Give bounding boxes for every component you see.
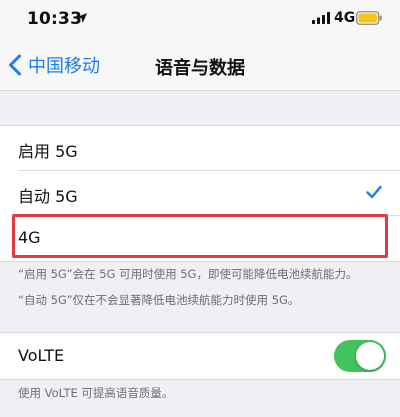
cell-signal-icon	[312, 12, 330, 24]
volte-label: VoLTE	[18, 346, 65, 365]
navigation-bar: 中国移动 语音与数据	[0, 38, 400, 91]
option-auto-5g[interactable]: 自动 5G	[0, 171, 400, 215]
chevron-left-icon	[9, 54, 21, 76]
network-type: 4G	[334, 10, 356, 26]
back-button[interactable]: 中国移动	[8, 52, 100, 78]
option-label: 自动 5G	[18, 187, 78, 206]
footnote-enable-5g: “启用 5G”会在 5G 可用时使用 5G，即使可能降低电池续航能力。	[18, 267, 358, 281]
volte-footer: 使用 VoLTE 可提高语音质量。	[18, 386, 174, 400]
volte-group: VoLTE	[0, 332, 400, 380]
back-button-label: 中国移动	[28, 56, 100, 77]
volte-toggle[interactable]	[334, 340, 386, 372]
option-enable-5g[interactable]: 启用 5G	[0, 126, 400, 170]
battery-icon	[356, 11, 382, 25]
footnote-auto-5g: “自动 5G”仅在不会显著降低电池续航能力时使用 5G。	[18, 293, 300, 307]
option-label: 启用 5G	[18, 142, 78, 161]
checkmark-icon	[366, 185, 382, 199]
status-bar: 10:33 4G	[0, 0, 400, 38]
status-time: 10:33	[27, 9, 83, 29]
location-arrow-icon	[77, 13, 87, 23]
toggle-knob	[356, 342, 384, 370]
highlight-box	[12, 214, 388, 258]
